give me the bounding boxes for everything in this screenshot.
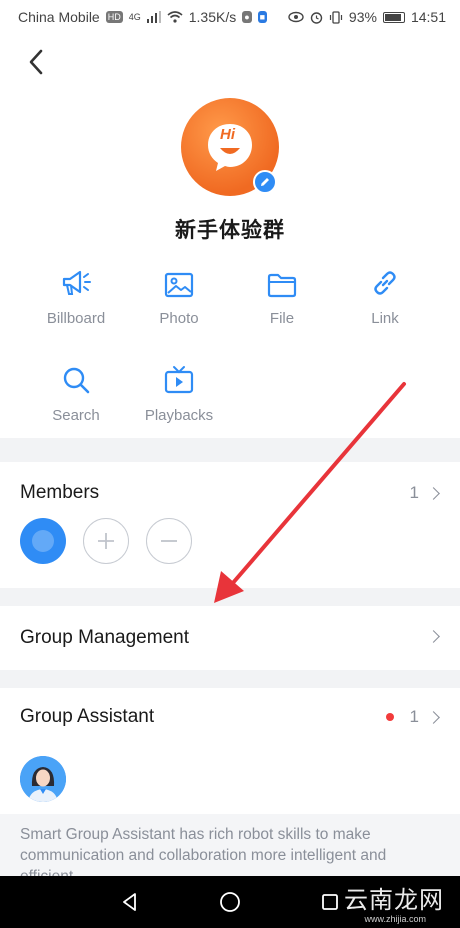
chevron-left-icon [29,49,43,75]
tool-label: Search [52,407,100,424]
tool-label: Link [371,310,399,327]
tool-file[interactable]: File [230,264,334,327]
network-speed: 1.35K/s [188,9,237,25]
group-management-chevron [427,630,440,643]
tool-label: Billboard [46,310,106,327]
assistant-description: Smart Group Assistant has rich robot ski… [0,814,460,876]
members-title: Members [20,482,100,503]
unread-dot [385,713,394,721]
members-count: 1 [409,483,419,502]
vibrate-icon [329,10,343,24]
section-divider [0,670,460,688]
section-divider [0,588,460,606]
watermark: 云南龙网 [344,886,444,914]
tool-label: File [269,310,295,327]
status-left: China Mobile HD 4G 1.35K/s ● ■ [18,9,268,25]
group-management-row[interactable]: Group Management [0,606,460,670]
tool-playbacks[interactable]: Playbacks [127,361,231,424]
nav-back-button[interactable] [104,876,156,928]
image-icon [127,264,231,298]
tool-search[interactable]: Search [24,361,128,424]
link-icon [333,264,437,298]
watermark-url: www.zhijia.com [364,914,426,924]
search-icon [24,361,128,395]
signal-type: 4G [128,12,141,22]
remove-member-button[interactable] [146,518,192,564]
pencil-icon [261,178,269,186]
clock: 14:51 [410,9,446,25]
tv-icon [127,361,231,395]
tool-label: Playbacks [144,407,214,424]
chevron-right-icon [427,630,440,643]
signal-icon [146,11,161,23]
tool-photo[interactable]: Photo [127,264,231,327]
group-name[interactable]: 新手体验群 [0,214,460,244]
alarm-icon [310,11,323,24]
minus-icon [161,540,177,542]
square-recents-icon [322,894,338,910]
tool-label: Photo [159,310,199,327]
group-management-title: Group Management [20,627,189,648]
chevron-right-icon [427,710,440,724]
battery-icon [382,11,405,23]
group-assistant-row[interactable]: Group Assistant 1 [0,688,460,748]
group-assistant-count: 1 [409,707,419,726]
folder-icon [230,264,334,298]
eye-icon [288,11,304,23]
add-member-button[interactable] [83,518,129,564]
triangle-back-icon [123,893,136,911]
circle-home-icon [220,892,240,912]
group-assistant-meta: 1 [385,707,440,727]
hd-badge: HD [105,11,123,23]
tool-link[interactable]: Link [333,264,437,327]
app-notify-icon-2: ■ [257,11,268,23]
members-more[interactable]: 1 [409,483,440,503]
member-avatar[interactable] [20,518,66,564]
battery-percent: 93% [348,9,377,25]
megaphone-icon [24,264,128,298]
status-right: 93% 14:51 [288,9,446,25]
carrier-label: China Mobile [18,9,100,25]
assistant-person-icon [20,756,66,802]
assistant-avatar[interactable] [20,756,66,802]
plus-icon [98,533,114,549]
edit-avatar-button[interactable] [253,170,277,194]
app-notify-icon: ● [242,11,252,23]
status-bar: China Mobile HD 4G 1.35K/s ● ■ 93% 14:51 [0,0,460,34]
section-divider [0,438,460,462]
back-button[interactable] [20,46,52,78]
chevron-right-icon [427,486,440,500]
nav-home-button[interactable] [204,876,256,928]
group-assistant-title: Group Assistant [20,706,155,727]
avatar-hi-text: Hi [220,126,235,143]
tool-billboard[interactable]: Billboard [24,264,128,327]
wifi-icon [167,11,183,23]
group-avatar-container: Hi [181,98,279,196]
